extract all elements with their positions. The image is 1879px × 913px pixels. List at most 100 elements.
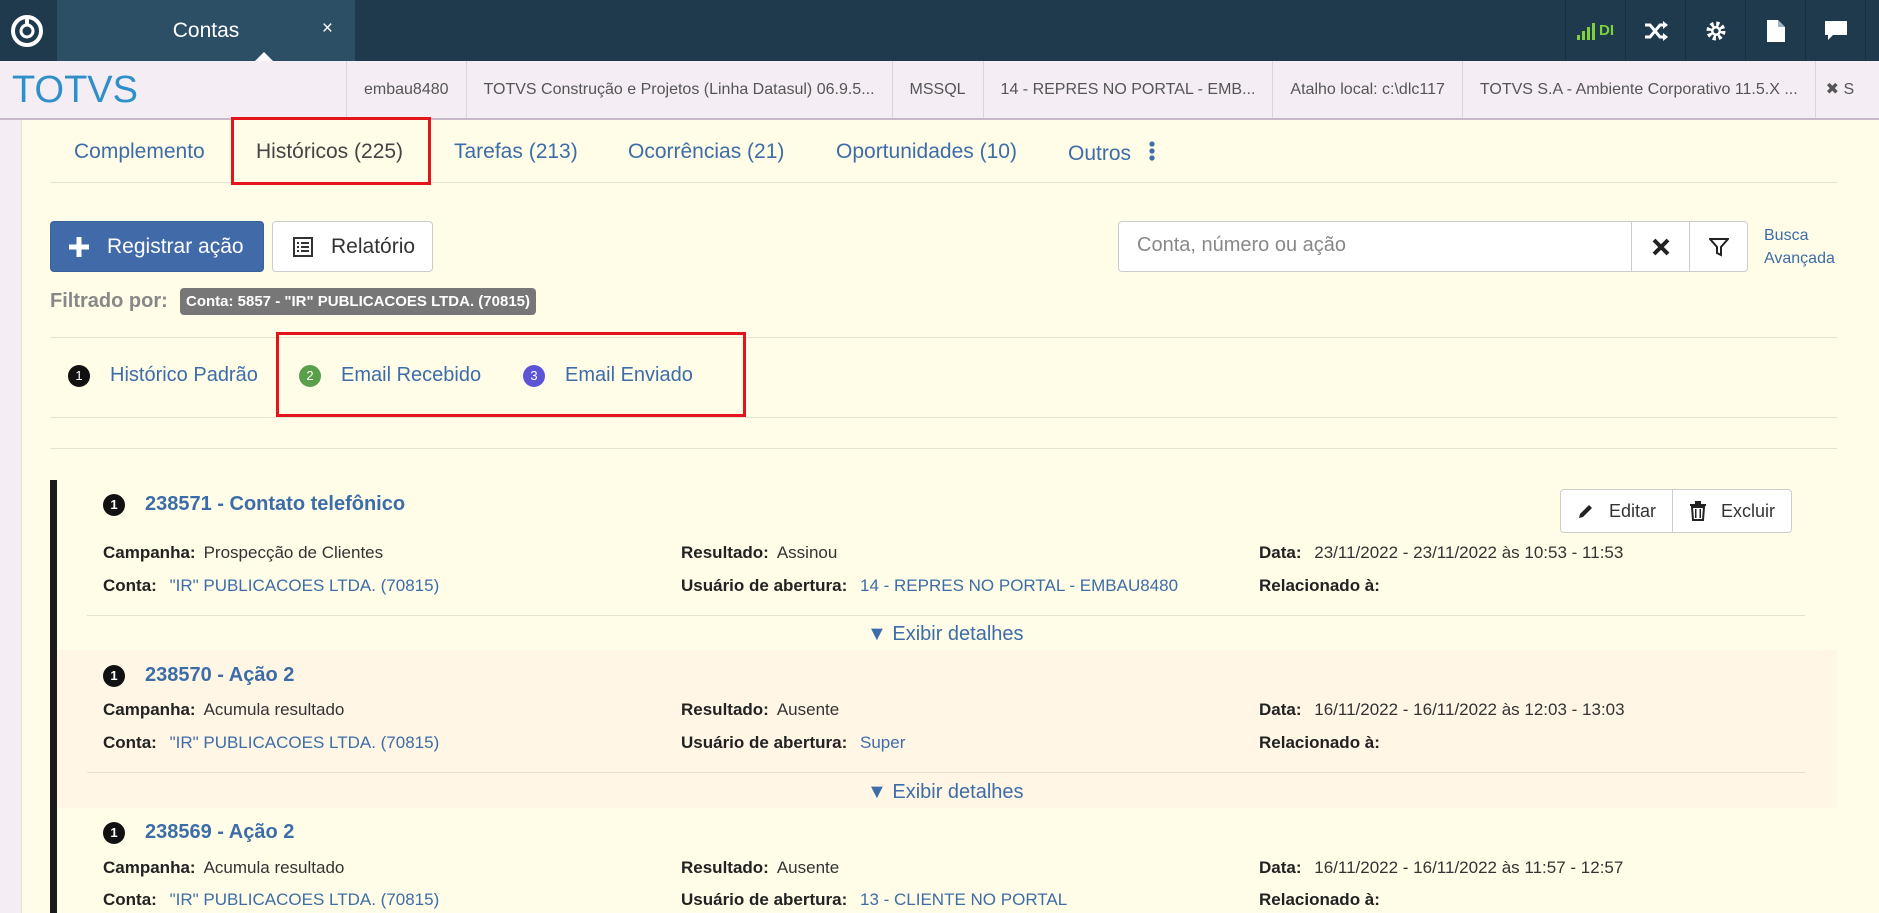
record-type-badge: 1 [103,493,125,516]
field-label: Campanha: [103,858,196,877]
field-resultado: Resultado: Ausente [681,858,839,878]
record-type-badge: 1 [103,664,125,687]
field-label: Data: [1259,543,1302,562]
field-label: Conta: [103,576,157,595]
chat-icon[interactable] [1805,0,1865,61]
user-link[interactable]: 14 - REPRES NO PORTAL - EMBAU8480 [860,576,1178,595]
field-value: Ausente [776,858,840,877]
tab-oportunidades[interactable]: Oportunidades (10) [836,140,1017,164]
info-representative[interactable]: 14 - REPRES NO PORTAL - EMB... [982,61,1273,118]
field-conta: Conta: "IR" PUBLICACOES LTDA. (70815) [103,733,439,753]
account-link[interactable]: "IR" PUBLICACOES LTDA. (70815) [170,890,440,909]
gear-icon[interactable] [1685,0,1745,61]
advanced-search-line2: Avançada [1764,250,1835,267]
record-title-text: 238571 - Contato telefônico [145,493,406,515]
field-label: Usuário de abertura: [681,576,848,595]
close-icon [1652,238,1669,255]
account-link[interactable]: "IR" PUBLICACOES LTDA. (70815) [170,733,440,752]
divider [87,772,1805,773]
field-label: Relacionado à: [1259,890,1380,909]
delete-label: Excluir [1721,500,1776,521]
subtab-number-badge: 1 [68,364,90,387]
field-value: Assinou [776,543,838,562]
subtab-label: Histórico Padrão [110,364,258,386]
top-toolbar: DI [1565,0,1879,61]
field-value: 16/11/2022 - 16/11/2022 às 11:57 - 12:57 [1314,858,1624,877]
filter-icon [1708,237,1729,257]
field-data: Data: 16/11/2022 - 16/11/2022 às 12:03 -… [1259,700,1625,720]
info-product[interactable]: TOTVS Construção e Projetos (Linha Datas… [465,61,892,118]
record-title[interactable]: 1 238570 - Ação 2 [103,664,294,687]
timeline-bar [50,480,57,913]
pencil-icon [1579,505,1592,518]
tab-ocorrencias[interactable]: Ocorrências (21) [628,140,784,164]
document-icon[interactable] [1745,0,1805,61]
field-usuario: Usuário de abertura: 14 - REPRES NO PORT… [681,576,1178,596]
signal-label: DI [1599,22,1614,39]
shuffle-icon[interactable] [1625,0,1685,61]
field-label: Usuário de abertura: [681,890,848,909]
tab-tarefas[interactable]: Tarefas (213) [454,140,578,164]
highlight-historicos-tab [231,117,431,185]
field-label: Conta: [103,733,157,752]
field-resultado: Resultado: Ausente [681,700,839,720]
show-details-toggle[interactable]: ▼ Exibir detalhes [867,781,1024,804]
show-details-toggle[interactable]: ▼ Exibir detalhes [867,623,1024,646]
plus-icon [69,236,89,257]
filter-label: Filtrado por: [50,290,168,312]
field-usuario: Usuário de abertura: 13 - CLIENTE NO POR… [681,890,1067,910]
field-label: Usuário de abertura: [681,733,848,752]
record-title-text: 238570 - Ação 2 [145,664,295,686]
field-relacionado: Relacionado à: [1259,576,1388,596]
close-tab-icon[interactable]: × [322,18,333,40]
field-label: Relacionado à: [1259,576,1380,595]
record-title[interactable]: 1 238569 - Ação 2 [103,821,294,844]
info-logout[interactable]: ✖ S [1814,61,1865,118]
connection-signal-icon[interactable]: DI [1565,0,1625,61]
app-logo-icon[interactable] [0,0,54,61]
report-button[interactable]: Relatório [272,221,433,272]
list-report-icon [293,236,313,257]
field-label: Campanha: [103,543,196,562]
field-data: Data: 23/11/2022 - 23/11/2022 às 10:53 -… [1259,543,1623,563]
record-actions: Editar Excluir [1560,489,1793,533]
field-label: Data: [1259,700,1302,719]
field-value: Acumula resultado [203,700,345,719]
advanced-search-line1: Busca [1764,227,1809,244]
field-relacionado: Relacionado à: [1259,733,1388,753]
subtab-historico-padrao[interactable]: 1 Histórico Padrão [68,364,258,387]
field-value: 23/11/2022 - 23/11/2022 às 10:53 - 11:53 [1314,543,1624,562]
edit-button[interactable]: Editar [1560,489,1674,533]
field-label: Data: [1259,858,1302,877]
search-input[interactable]: Conta, número ou ação [1118,221,1633,272]
field-label: Relacionado à: [1259,733,1380,752]
field-label: Conta: [103,890,157,909]
info-database[interactable]: MSSQL [891,61,983,118]
tab-complemento[interactable]: Complemento [74,140,205,164]
advanced-search-link[interactable]: Busca Avançada [1764,224,1835,270]
field-relacionado: Relacionado à: [1259,890,1388,910]
account-link[interactable]: "IR" PUBLICACOES LTDA. (70815) [170,576,440,595]
user-link[interactable]: Super [860,733,905,752]
user-link[interactable]: 13 - CLIENTE NO PORTAL [860,890,1067,909]
filter-button[interactable] [1689,221,1748,272]
filter-badge[interactable]: Conta: 5857 - "IR" PUBLICACOES LTDA. (70… [180,288,537,315]
tab-contas[interactable]: Contas × [57,0,355,62]
tab-outros[interactable]: Outros [1068,140,1155,166]
info-environment[interactable]: TOTVS S.A - Ambiente Corporativo 11.5.X … [1461,61,1815,118]
register-action-button[interactable]: Registrar ação [50,221,264,272]
info-shortcut[interactable]: Atalho local: c:\dlc117 [1272,61,1461,118]
record-title[interactable]: 1 238571 - Contato telefônico [103,493,405,516]
field-resultado: Resultado: Assinou [681,543,837,563]
delete-button[interactable]: Excluir [1673,489,1793,533]
clear-search-button[interactable] [1631,221,1690,272]
field-label: Resultado: [681,700,769,719]
field-campanha: Campanha: Acumula resultado [103,858,344,878]
divider [50,448,1837,449]
record-type-badge: 1 [103,821,125,844]
left-gutter [0,120,22,913]
field-data: Data: 16/11/2022 - 16/11/2022 às 11:57 -… [1259,858,1623,878]
divider [50,417,1837,418]
info-user[interactable]: embau8480 [346,61,466,118]
tab-outros-label: Outros [1068,142,1132,165]
